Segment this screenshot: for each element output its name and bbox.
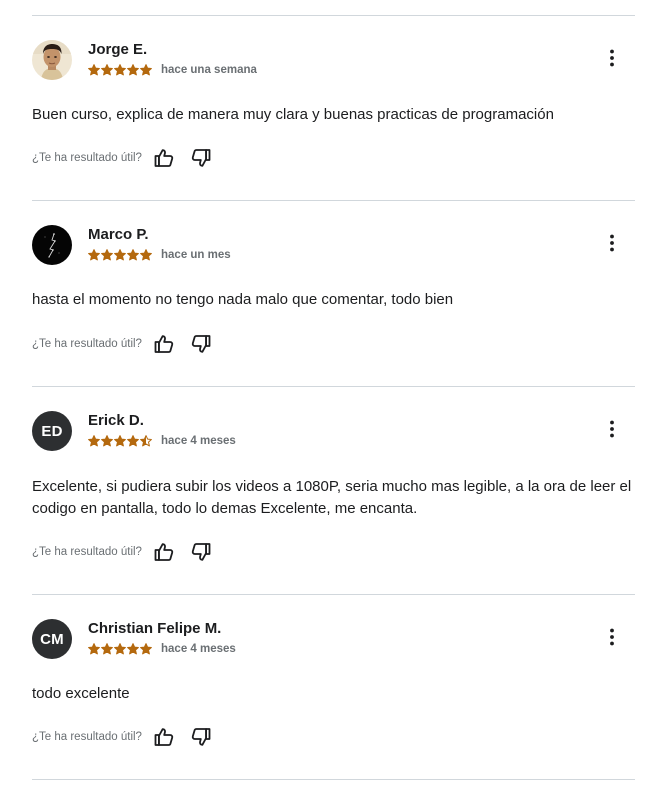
star-icon (88, 249, 100, 261)
review-date: hace 4 meses (161, 643, 236, 655)
thumbs-down-button[interactable] (190, 333, 212, 355)
dark-photo-icon (32, 225, 72, 265)
review-text: hasta el momento no tengo nada malo que … (32, 291, 454, 308)
more-vertical-icon (610, 628, 614, 646)
star-icon (140, 249, 152, 261)
thumbs-up-icon (154, 543, 174, 561)
star-icon (127, 249, 139, 261)
reviewer-name: Christian Felipe M. (88, 620, 222, 637)
review-text: Buen curso, explica de manera muy clara … (32, 106, 554, 123)
review-text: Excelente, si pudiera subir los videos a… (32, 478, 632, 517)
thumbs-down-icon (191, 335, 211, 353)
thumbs-down-button[interactable] (190, 147, 212, 169)
star-icon (101, 643, 113, 655)
helpful-row: ¿Te ha resultado útil? (32, 333, 212, 355)
star-icon (101, 64, 113, 76)
divider (32, 594, 635, 595)
star-icon (88, 435, 100, 447)
star-rating (88, 643, 152, 655)
star-icon (127, 435, 139, 447)
thumbs-up-button[interactable] (153, 541, 175, 563)
star-icon (88, 64, 100, 76)
review-text: todo excelente (32, 685, 130, 702)
portrait-photo-icon (32, 40, 72, 80)
more-options-button[interactable] (602, 626, 622, 648)
review-meta: hace una semana (88, 63, 257, 77)
star-icon (140, 64, 152, 76)
helpful-label: ¿Te ha resultado útil? (32, 546, 142, 558)
more-options-button[interactable] (602, 232, 622, 254)
review-date: hace un mes (161, 249, 231, 261)
review-meta: hace 4 meses (88, 434, 236, 448)
star-icon (114, 435, 126, 447)
helpful-row: ¿Te ha resultado útil? (32, 726, 212, 748)
helpful-row: ¿Te ha resultado útil? (32, 147, 212, 169)
star-icon (101, 249, 113, 261)
avatar (32, 40, 72, 80)
star-rating (88, 435, 152, 447)
divider (32, 200, 635, 201)
thumbs-down-button[interactable] (190, 541, 212, 563)
review-date: hace 4 meses (161, 435, 236, 447)
divider (32, 386, 635, 387)
star-icon (127, 64, 139, 76)
more-vertical-icon (610, 420, 614, 438)
helpful-row: ¿Te ha resultado útil? (32, 541, 212, 563)
avatar (32, 225, 72, 265)
star-icon (114, 64, 126, 76)
thumbs-up-button[interactable] (153, 147, 175, 169)
star-icon (101, 435, 113, 447)
thumbs-up-icon (154, 149, 174, 167)
thumbs-down-icon (191, 543, 211, 561)
review-meta: hace 4 meses (88, 642, 236, 656)
thumbs-down-button[interactable] (190, 726, 212, 748)
helpful-label: ¿Te ha resultado útil? (32, 731, 142, 743)
thumbs-down-icon (191, 728, 211, 746)
star-icon (140, 435, 152, 447)
thumbs-up-icon (154, 335, 174, 353)
thumbs-up-icon (154, 728, 174, 746)
star-rating (88, 249, 152, 261)
thumbs-down-icon (191, 149, 211, 167)
divider (32, 15, 635, 16)
thumbs-up-button[interactable] (153, 333, 175, 355)
star-icon (114, 249, 126, 261)
reviewer-name: Erick D. (88, 412, 144, 429)
star-icon (127, 643, 139, 655)
star-icon (140, 643, 152, 655)
helpful-label: ¿Te ha resultado útil? (32, 152, 142, 164)
more-options-button[interactable] (602, 418, 622, 440)
divider (32, 779, 635, 780)
star-rating (88, 64, 152, 76)
more-vertical-icon (610, 49, 614, 67)
review-meta: hace un mes (88, 248, 231, 262)
reviewer-name: Marco P. (88, 226, 149, 243)
review-date: hace una semana (161, 64, 257, 76)
reviews-list: Jorge E. hace una semana Buen curso, exp… (0, 0, 649, 804)
more-options-button[interactable] (602, 47, 622, 69)
avatar: CM (32, 619, 72, 659)
thumbs-up-button[interactable] (153, 726, 175, 748)
star-icon (88, 643, 100, 655)
more-vertical-icon (610, 234, 614, 252)
star-icon (114, 643, 126, 655)
avatar: ED (32, 411, 72, 451)
reviewer-name: Jorge E. (88, 41, 148, 58)
helpful-label: ¿Te ha resultado útil? (32, 338, 142, 350)
